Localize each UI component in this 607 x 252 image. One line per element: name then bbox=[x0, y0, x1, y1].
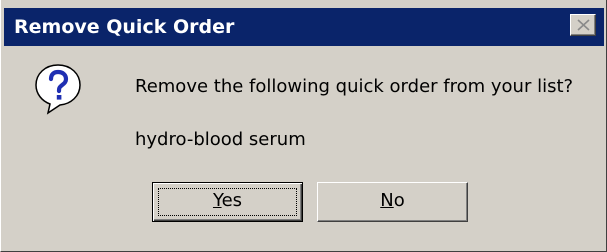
quick-order-name: hydro-blood serum bbox=[135, 129, 306, 150]
yes-button[interactable]: Yes bbox=[152, 182, 303, 222]
no-button-label: No bbox=[380, 190, 404, 211]
yes-label-rest: es bbox=[221, 190, 243, 211]
close-icon bbox=[577, 19, 590, 31]
title-bar[interactable]: Remove Quick Order bbox=[4, 8, 604, 46]
dialog-title: Remove Quick Order bbox=[14, 16, 235, 38]
close-button[interactable] bbox=[570, 14, 596, 36]
no-label-rest: o bbox=[393, 190, 405, 211]
remove-quick-order-dialog: Remove Quick Order Remove the following … bbox=[0, 0, 607, 252]
no-button[interactable]: No bbox=[317, 182, 468, 222]
question-icon bbox=[35, 64, 81, 115]
no-accelerator: N bbox=[380, 190, 394, 211]
yes-button-label: Yes bbox=[213, 190, 242, 211]
yes-accelerator: Y bbox=[212, 190, 222, 211]
confirmation-message: Remove the following quick order from yo… bbox=[135, 76, 574, 97]
